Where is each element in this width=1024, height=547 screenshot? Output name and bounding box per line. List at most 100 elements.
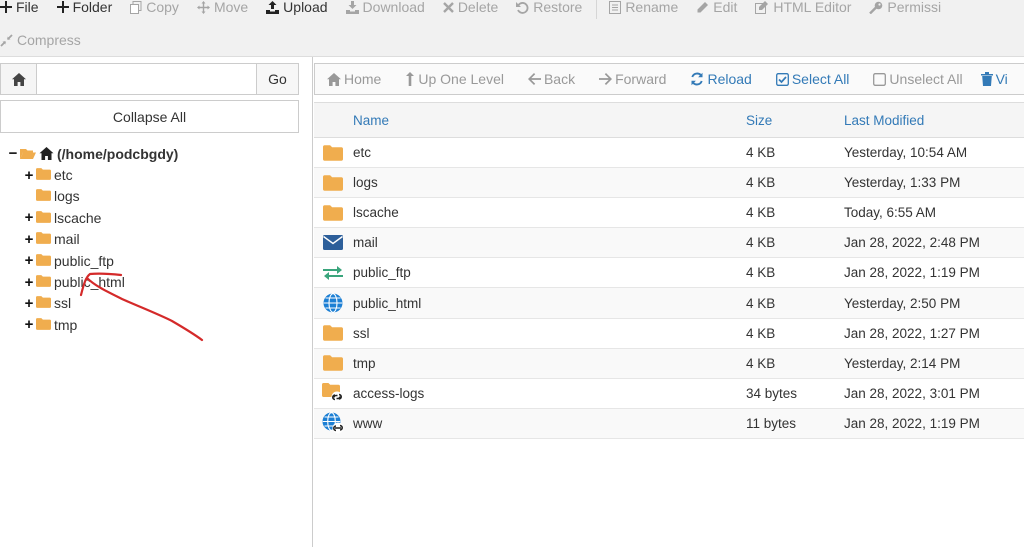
path-home-button[interactable] bbox=[1, 64, 37, 94]
tree-item-label: etc bbox=[54, 167, 73, 184]
expand-plus-icon[interactable]: + bbox=[22, 231, 36, 248]
home-nav-button[interactable]: Home bbox=[327, 71, 381, 87]
expand-plus-icon[interactable]: + bbox=[22, 167, 36, 184]
file-name[interactable]: logs bbox=[352, 175, 746, 190]
compress-label: Compress bbox=[17, 32, 81, 48]
file-size: 4 KB bbox=[746, 175, 776, 191]
file-last-modified: Yesterday, 10:54 AM bbox=[844, 145, 968, 161]
file-type-icon bbox=[314, 144, 352, 161]
forward-label: Forward bbox=[615, 71, 667, 87]
back-button[interactable]: Back bbox=[527, 71, 575, 87]
go-button[interactable]: Go bbox=[256, 64, 298, 94]
expand-plus-icon[interactable]: + bbox=[22, 209, 36, 226]
tree-item-label: logs bbox=[54, 188, 80, 205]
plus-icon bbox=[0, 1, 12, 13]
delete-button[interactable]: Delete bbox=[442, 0, 498, 15]
new-folder-label: Folder bbox=[72, 0, 113, 15]
tree-item-public-html[interactable]: + public_html bbox=[6, 271, 178, 292]
size-column-header[interactable]: Size bbox=[746, 113, 844, 128]
folder-icon-wrap bbox=[36, 188, 51, 204]
compress-button[interactable]: Compress bbox=[0, 32, 81, 48]
move-button[interactable]: Move bbox=[196, 0, 249, 15]
file-type-icon bbox=[314, 265, 352, 281]
open-folder-icon bbox=[20, 148, 36, 159]
table-row[interactable]: lscache 4 KB Today, 6:55 AM bbox=[314, 198, 1024, 229]
forward-button[interactable]: Forward bbox=[599, 71, 666, 87]
name-column-header[interactable]: Name bbox=[352, 113, 746, 128]
tree-item-tmp[interactable]: + tmp bbox=[6, 314, 178, 335]
file-type-icon bbox=[314, 412, 352, 434]
tree-item-logs[interactable]: logs bbox=[6, 186, 178, 207]
expand-plus-icon[interactable]: + bbox=[22, 295, 36, 312]
file-name[interactable]: mail bbox=[352, 235, 746, 250]
folder-icon bbox=[323, 174, 343, 191]
folder-icon-wrap bbox=[36, 253, 51, 269]
tree-item-etc[interactable]: + etc bbox=[6, 164, 178, 185]
table-row[interactable]: ssl 4 KB Jan 28, 2022, 1:27 PM bbox=[314, 319, 1024, 349]
folder-icon bbox=[323, 355, 343, 371]
file-name[interactable]: etc bbox=[352, 145, 746, 160]
tree-item-public-ftp[interactable]: + public_ftp bbox=[6, 250, 178, 271]
table-header: Name Size Last Modified bbox=[314, 102, 1024, 138]
folder-icon-wrap bbox=[36, 210, 51, 226]
up-one-level-button[interactable]: Up One Level bbox=[405, 71, 504, 87]
html-editor-button[interactable]: HTML Editor bbox=[755, 0, 851, 15]
restore-button[interactable]: Restore bbox=[516, 0, 582, 15]
table-row[interactable]: etc 4 KB Yesterday, 10:54 AM bbox=[314, 138, 1024, 169]
file-name[interactable]: lscache bbox=[352, 205, 746, 220]
file-name[interactable]: www bbox=[352, 416, 746, 431]
rename-button[interactable]: Rename bbox=[609, 0, 678, 15]
copy-button[interactable]: Copy bbox=[130, 0, 179, 15]
expand-plus-icon[interactable]: + bbox=[22, 252, 36, 269]
table-row[interactable]: mail 4 KB Jan 28, 2022, 2:48 PM bbox=[314, 228, 1024, 259]
expand-plus-icon[interactable]: + bbox=[22, 274, 36, 291]
new-folder-button[interactable]: Folder bbox=[56, 0, 113, 15]
folder-icon-wrap bbox=[36, 274, 51, 290]
file-type-icon bbox=[314, 174, 352, 191]
table-row[interactable]: access-logs 34 bytes Jan 28, 2022, 3:01 PM bbox=[314, 379, 1024, 409]
view-trash-button[interactable]: Vi bbox=[980, 71, 1008, 87]
table-row[interactable]: public_ftp 4 KB Jan 28, 2022, 1:19 PM bbox=[314, 258, 1024, 289]
expand-plus-icon[interactable]: + bbox=[22, 316, 36, 333]
file-last-modified: Yesterday, 2:14 PM bbox=[844, 355, 961, 371]
permissions-button[interactable]: Permissi bbox=[869, 0, 941, 15]
table-body: etc 4 KB Yesterday, 10:54 AM logs 4 KB Yester… bbox=[314, 138, 1024, 439]
folder-icon-wrap bbox=[36, 167, 51, 183]
file-name[interactable]: access-logs bbox=[352, 386, 746, 401]
permissions-label: Permissi bbox=[887, 0, 942, 15]
edit-button[interactable]: Edit bbox=[696, 0, 737, 15]
tree-root[interactable]: − (/home/podcbgdy) bbox=[6, 143, 179, 164]
move-icon bbox=[196, 0, 210, 14]
file-type-icon bbox=[314, 325, 352, 341]
tree-item-lscache[interactable]: + lscache bbox=[6, 207, 178, 228]
table-row[interactable]: public_html 4 KB Yesterday, 2:50 PM bbox=[314, 288, 1024, 319]
tree-item-mail[interactable]: + mail bbox=[6, 229, 178, 250]
last-modified-column-header[interactable]: Last Modified bbox=[844, 113, 1024, 128]
file-name[interactable]: ssl bbox=[352, 326, 746, 341]
tree-item-ssl[interactable]: + ssl bbox=[6, 293, 178, 314]
file-type-icon bbox=[314, 293, 352, 313]
file-name[interactable]: tmp bbox=[352, 356, 746, 371]
file-size: 4 KB bbox=[746, 325, 776, 341]
new-file-button[interactable]: File bbox=[0, 0, 39, 15]
upload-button[interactable]: Upload bbox=[266, 0, 328, 15]
tree-item-label: tmp bbox=[54, 316, 78, 333]
file-name[interactable]: public_html bbox=[352, 296, 746, 311]
table-row[interactable]: www 11 bytes Jan 28, 2022, 1:19 PM bbox=[314, 408, 1024, 439]
unselect-all-button[interactable]: Unselect All bbox=[873, 71, 963, 87]
folder-icon-wrap bbox=[36, 231, 51, 247]
table-row[interactable]: logs 4 KB Yesterday, 1:33 PM bbox=[314, 168, 1024, 199]
select-all-button[interactable]: Select All bbox=[775, 71, 849, 87]
folder-icon bbox=[36, 275, 51, 287]
path-input[interactable] bbox=[37, 64, 256, 94]
collapse-toggle-icon[interactable]: − bbox=[6, 145, 20, 162]
reload-button[interactable]: Reload bbox=[690, 71, 752, 87]
collapse-all-button[interactable]: Collapse All bbox=[0, 100, 299, 133]
table-row[interactable]: tmp 4 KB Yesterday, 2:14 PM bbox=[314, 348, 1024, 379]
home-icon bbox=[39, 147, 54, 161]
move-label: Move bbox=[213, 0, 249, 15]
file-name[interactable]: public_ftp bbox=[352, 265, 746, 280]
file-type-icon bbox=[314, 383, 352, 403]
download-button[interactable]: Download bbox=[345, 0, 425, 15]
compress-icon bbox=[0, 33, 13, 47]
